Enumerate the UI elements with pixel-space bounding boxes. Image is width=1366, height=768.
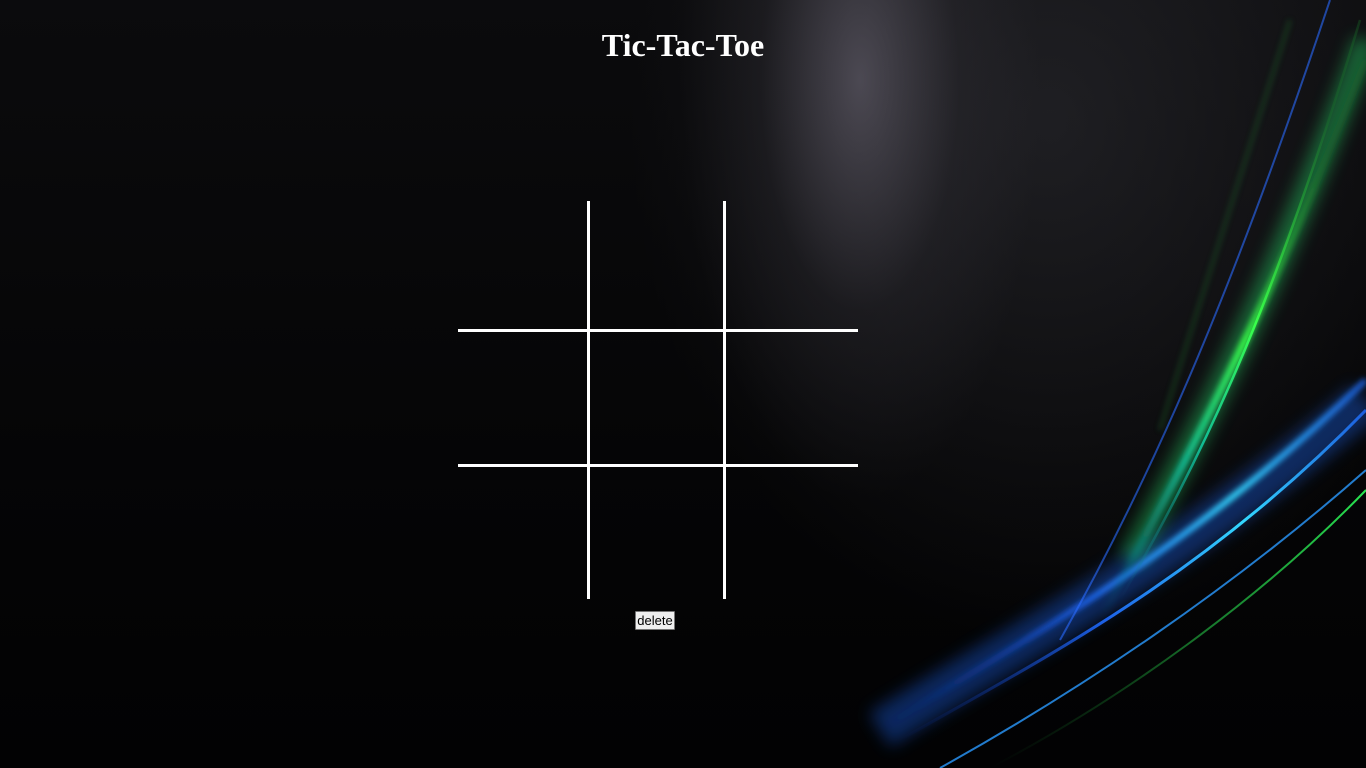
board-cell-1[interactable]	[458, 201, 588, 331]
board-cell-2[interactable]	[591, 201, 724, 331]
grid-line-horizontal-1	[458, 329, 858, 332]
grid-line-vertical-1	[587, 201, 590, 599]
board-cell-4[interactable]	[458, 334, 588, 466]
page-title: Tic-Tac-Toe	[601, 27, 765, 63]
board-cell-6[interactable]	[727, 334, 858, 466]
tic-tac-toe-board	[458, 201, 858, 599]
board-cell-5[interactable]	[591, 334, 724, 466]
board-cell-7[interactable]	[458, 469, 588, 599]
board-cell-3[interactable]	[727, 201, 858, 331]
grid-line-vertical-2	[723, 201, 726, 599]
board-cell-9[interactable]	[727, 469, 858, 599]
grid-line-horizontal-2	[458, 464, 858, 467]
delete-button[interactable]: delete	[635, 611, 675, 630]
board-cell-8[interactable]	[591, 469, 724, 599]
